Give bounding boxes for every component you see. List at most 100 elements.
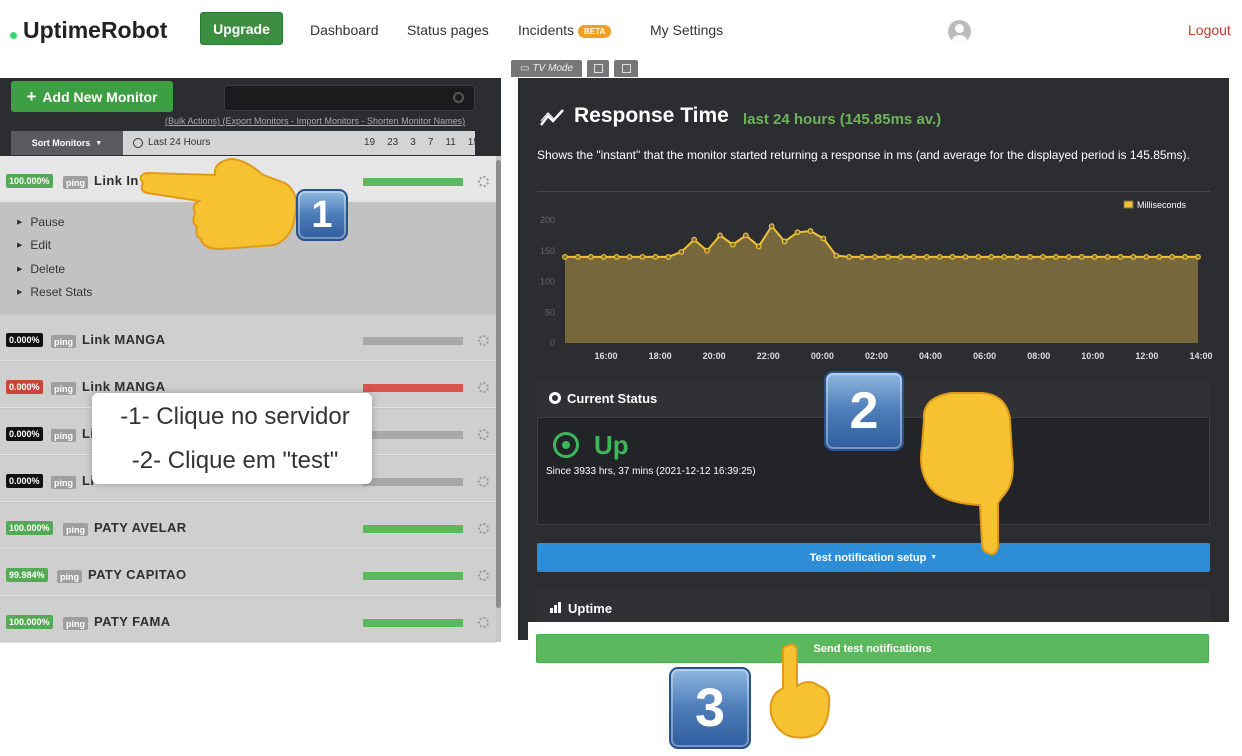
caret-down-icon: ▼ xyxy=(95,139,103,147)
action-reset-stats[interactable]: ▶ Reset Stats xyxy=(17,285,92,299)
data-point xyxy=(1117,254,1124,260)
nav-status-pages[interactable]: Status pages xyxy=(407,22,489,38)
action-edit[interactable]: ▶ Edit xyxy=(17,238,51,252)
app-logo[interactable]: UptimeRobot xyxy=(10,17,167,44)
tv-mode-tab[interactable]: ▭ TV Mode xyxy=(511,60,582,77)
action-label: Delete xyxy=(30,262,66,276)
bulk-action-links[interactable]: (Bulk Actions) (Export Monitors - Import… xyxy=(165,116,465,126)
gear-icon[interactable] xyxy=(478,617,489,628)
data-point xyxy=(833,252,840,259)
series-line xyxy=(565,224,1198,258)
data-point xyxy=(1195,254,1201,260)
beta-badge: BETA xyxy=(578,25,612,38)
gear-icon[interactable] xyxy=(478,382,489,393)
monitor-type-badge: ping xyxy=(63,617,88,630)
monitor-name[interactable]: PATY AVELAR xyxy=(94,520,187,535)
send-test-notifications-button[interactable]: Send test notifications xyxy=(536,634,1209,663)
uptime-badge: 100.000% xyxy=(6,615,53,629)
twitter-tab[interactable] xyxy=(587,60,609,77)
hour-label: 23 xyxy=(387,137,399,148)
gear-icon[interactable] xyxy=(478,429,489,440)
y-tick-label: 150 xyxy=(540,246,555,256)
status-value: Up xyxy=(594,430,629,460)
action-pause[interactable]: ▶ Pause xyxy=(17,215,64,229)
data-point xyxy=(575,254,581,260)
y-tick-label: 0 xyxy=(550,338,555,348)
bar-chart-icon xyxy=(550,602,561,613)
caret-right-icon: ▶ xyxy=(17,266,23,273)
data-point xyxy=(872,254,878,260)
tv-mode-label: TV Mode xyxy=(532,63,574,74)
gear-icon[interactable] xyxy=(478,476,489,487)
data-point xyxy=(1027,254,1033,260)
sort-monitors-dropdown[interactable]: Sort Monitors ▼ xyxy=(11,131,123,155)
data-point xyxy=(859,254,866,260)
divider xyxy=(537,191,1210,192)
response-time-subtitle: last 24 hours (145.85ms av.) xyxy=(743,111,941,128)
user-avatar-icon[interactable] xyxy=(948,20,971,43)
twitter-icon xyxy=(593,64,603,73)
nav-dashboard[interactable]: Dashboard xyxy=(310,22,379,38)
data-point xyxy=(1014,254,1021,260)
monitor-name[interactable]: PATY FAMA xyxy=(94,614,171,629)
x-tick-label: 00:00 xyxy=(811,351,834,361)
average-text: (145.85ms av.) xyxy=(839,111,942,128)
data-point xyxy=(988,254,995,260)
x-tick-label: 08:00 xyxy=(1027,351,1050,361)
logo-text: UptimeRobot xyxy=(23,17,168,43)
monitor-type-badge: ping xyxy=(63,523,88,536)
uptime-title: Uptime xyxy=(568,601,613,616)
monitor-list-scrollbar[interactable] xyxy=(496,160,501,608)
monitor-name[interactable]: Link MANGA xyxy=(82,379,165,394)
action-delete[interactable]: ▶ Delete xyxy=(17,262,65,276)
data-point xyxy=(691,236,698,243)
upgrade-button[interactable]: Upgrade xyxy=(200,12,283,45)
uptime-bar xyxy=(363,525,463,533)
data-point xyxy=(665,254,672,260)
facebook-tab[interactable] xyxy=(614,60,638,77)
caret-right-icon: ▶ xyxy=(17,219,23,226)
data-point xyxy=(626,254,633,260)
facebook-icon xyxy=(621,64,631,73)
data-point xyxy=(562,254,568,260)
action-label: Edit xyxy=(30,238,52,252)
monitor-name[interactable]: Link MANGA xyxy=(82,332,165,347)
test-notification-setup-button[interactable]: Test notification setup ▼ xyxy=(537,543,1210,572)
monitor-row[interactable]: 100.000% ping PATY AVELAR xyxy=(0,503,496,549)
add-monitor-label: Add New Monitor xyxy=(42,88,158,105)
add-new-monitor-button[interactable]: + Add New Monitor xyxy=(11,81,173,112)
pointing-hand-up-icon xyxy=(769,643,831,739)
uptime-bar xyxy=(363,384,463,392)
gear-icon[interactable] xyxy=(478,176,489,187)
logout-link[interactable]: Logout xyxy=(1188,22,1231,38)
data-point xyxy=(639,254,646,260)
data-point xyxy=(885,254,891,260)
nav-incidents[interactable]: Incidents BETA xyxy=(518,22,612,38)
monitor-name[interactable]: Link In xyxy=(94,173,139,188)
monitor-row[interactable]: 99.984% ping PATY CAPITAO xyxy=(0,550,496,596)
nav-my-settings[interactable]: My Settings xyxy=(650,22,723,38)
monitor-row[interactable]: 100.000% ping PATY FAMA xyxy=(0,597,496,643)
data-point xyxy=(768,223,775,230)
data-point xyxy=(1040,254,1046,260)
search-icon xyxy=(453,92,464,103)
status-since: Since 3933 hrs, 37 mins (2021-12-12 16:3… xyxy=(546,466,756,477)
monitor-type-badge: ping xyxy=(57,570,82,583)
response-time-chart: 0 50 100 150 200 16:00 18:00 20:00 22:00 00:00 02:… xyxy=(540,200,1213,361)
logo-dot-icon xyxy=(10,31,17,39)
monitor-search-input[interactable] xyxy=(224,85,475,111)
pointing-hand-down-icon xyxy=(920,392,1014,556)
data-point xyxy=(1052,254,1059,260)
uptime-header xyxy=(537,589,1210,625)
sort-label: Sort Monitors xyxy=(31,138,91,148)
data-point xyxy=(587,254,594,260)
monitor-name[interactable]: PATY CAPITAO xyxy=(88,567,186,582)
y-tick-label: 100 xyxy=(540,277,555,287)
uptime-badge: 0.000% xyxy=(6,333,43,347)
caret-right-icon: ▶ xyxy=(17,289,23,296)
gear-icon[interactable] xyxy=(478,523,489,534)
gear-icon[interactable] xyxy=(478,570,489,581)
monitor-row[interactable]: 0.000% ping Link MANGA xyxy=(0,315,496,361)
period-hours: 19 23 3 7 11 15 xyxy=(364,137,479,148)
gear-icon[interactable] xyxy=(478,335,489,346)
